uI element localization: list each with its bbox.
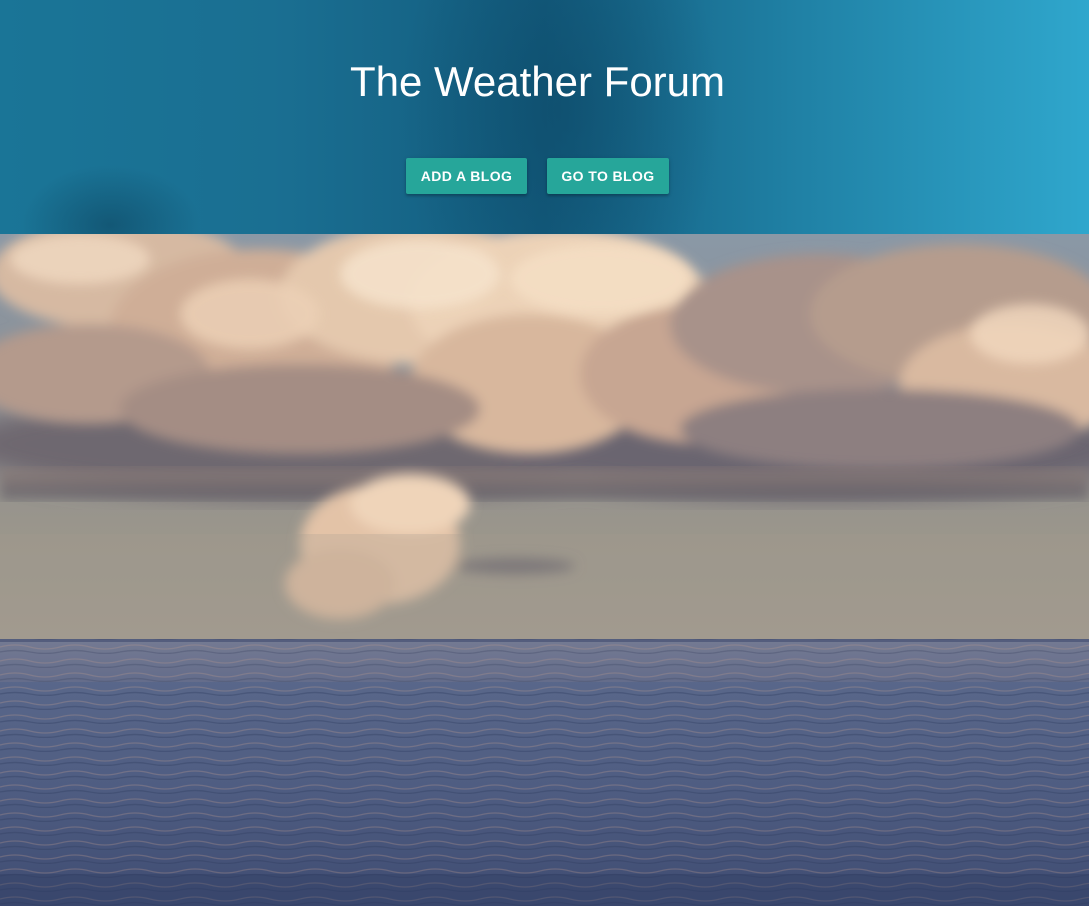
hero-image	[0, 234, 1089, 906]
add-blog-button[interactable]: ADD A BLOG	[406, 158, 527, 194]
page-title: The Weather Forum	[349, 58, 726, 105]
clouds-over-sea-image	[0, 234, 1089, 906]
go-to-blog-button[interactable]: GO TO BLOG	[547, 158, 669, 194]
page: The Weather Forum ADD A BLOG GO TO BLOG	[0, 0, 1089, 906]
site-header: The Weather Forum ADD A BLOG GO TO BLOG	[0, 0, 1089, 234]
